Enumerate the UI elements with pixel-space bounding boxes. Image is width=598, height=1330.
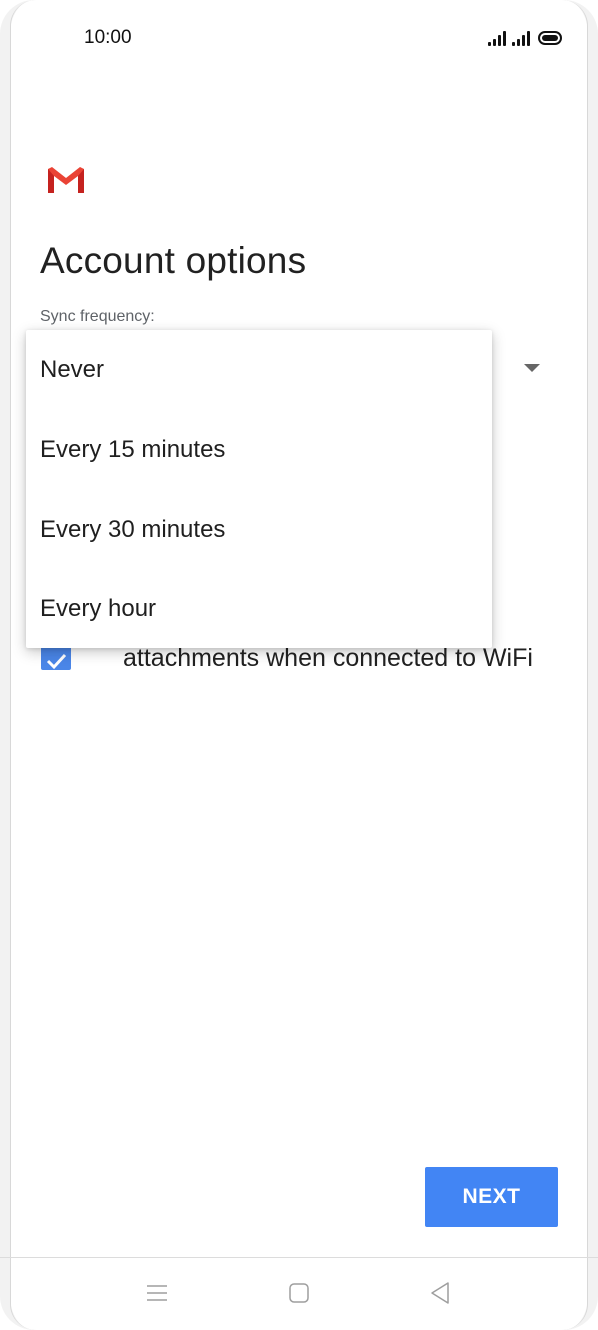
- menu-item-never[interactable]: Never: [26, 330, 492, 410]
- status-icons: [488, 26, 562, 46]
- nav-bar: [0, 1258, 598, 1330]
- dropdown-arrow-icon[interactable]: [524, 364, 540, 372]
- attachments-checkbox[interactable]: [41, 646, 71, 670]
- menu-item-every-hour[interactable]: Every hour: [26, 569, 492, 649]
- page-title: Account options: [40, 240, 307, 281]
- next-button[interactable]: NEXT: [425, 1167, 558, 1227]
- signal-sim1-icon: [488, 30, 506, 46]
- menu-icon[interactable]: [142, 1278, 172, 1308]
- gmail-logo-icon: [48, 167, 84, 193]
- menu-item-every-30-minutes[interactable]: Every 30 minutes: [26, 490, 492, 570]
- check-icon: [46, 653, 67, 670]
- battery-icon: [538, 31, 562, 45]
- sync-frequency-menu: Never Every 15 minutes Every 30 minutes …: [26, 330, 492, 648]
- sync-frequency-label: Sync frequency:: [40, 308, 155, 325]
- signal-sim2-icon: [512, 30, 530, 46]
- back-icon[interactable]: [425, 1278, 455, 1308]
- status-time: 10:00: [84, 27, 132, 48]
- menu-item-every-15-minutes[interactable]: Every 15 minutes: [26, 410, 492, 490]
- home-icon[interactable]: [284, 1278, 314, 1308]
